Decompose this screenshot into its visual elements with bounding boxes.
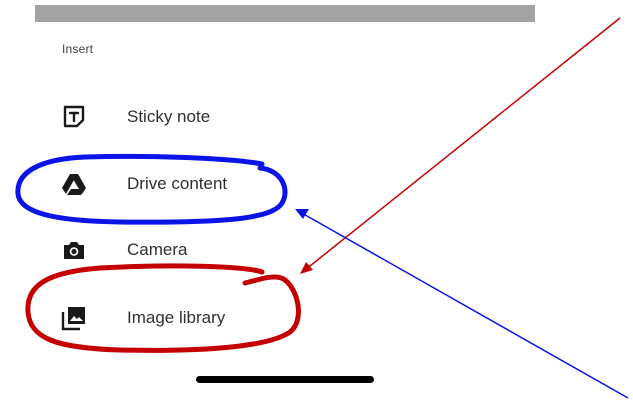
blue-arrow-line [299, 211, 629, 399]
sticky-note-label: Sticky note [127, 107, 211, 126]
sticky-note-menu-item[interactable]: Sticky note [60, 97, 320, 137]
red-arrow-line [304, 17, 621, 271]
sticky-note-icon [60, 103, 88, 131]
drag-handle-bar [35, 5, 535, 22]
image-library-menu-item[interactable]: Image library [60, 298, 320, 338]
drive-content-label: Drive content [127, 174, 228, 193]
camera-label: Camera [127, 240, 188, 259]
blue-arrowhead [295, 209, 309, 219]
image-library-icon [60, 304, 88, 332]
camera-icon [60, 236, 88, 264]
insert-section-header: Insert [62, 42, 94, 56]
drive-icon [60, 170, 88, 198]
drive-content-menu-item[interactable]: Drive content [60, 164, 320, 204]
image-library-label: Image library [127, 308, 226, 327]
home-indicator [196, 376, 374, 383]
camera-menu-item[interactable]: Camera [60, 230, 320, 270]
